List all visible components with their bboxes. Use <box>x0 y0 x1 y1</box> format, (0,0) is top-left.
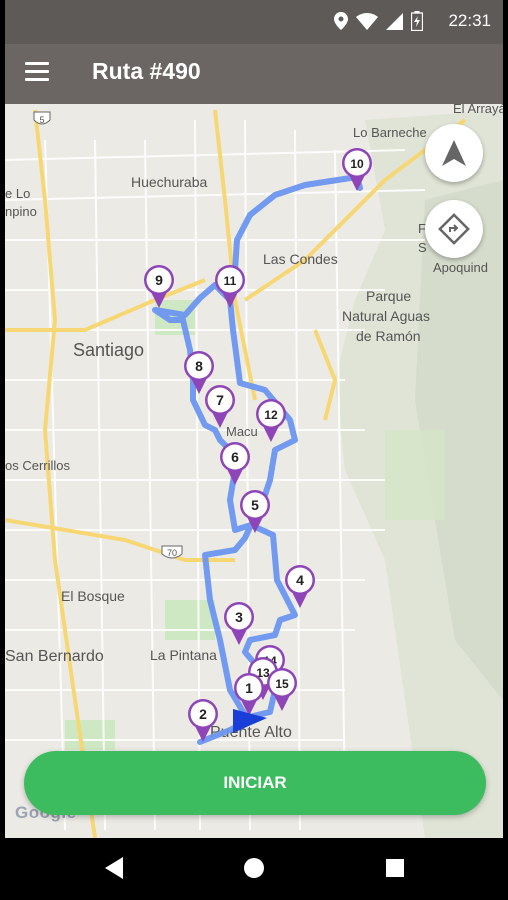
stop-pin-label: 12 <box>264 408 278 422</box>
stop-pin-label: 11 <box>224 274 237 288</box>
map-label-santiago: Santiago <box>73 340 144 360</box>
stop-pin-label: 7 <box>216 392 224 408</box>
stop-pin-label: 2 <box>199 706 207 722</box>
map-label-pino: npino <box>5 204 37 219</box>
stop-pin-label: 5 <box>251 497 259 513</box>
map-label-san-bernardo: San Bernardo <box>5 648 104 665</box>
start-button[interactable]: INICIAR <box>24 751 486 815</box>
stop-pin-label: 15 <box>275 677 289 691</box>
map-label-el-arrayan: El Arrayá <box>453 104 503 116</box>
stop-pin-label: 3 <box>235 609 243 625</box>
wifi-icon <box>356 12 378 30</box>
location-icon <box>334 12 348 30</box>
map-label-parque-3: de Ramón <box>356 328 421 344</box>
map-label-fa-2: S <box>418 240 427 255</box>
directions-icon <box>438 213 470 245</box>
map-label-cerrillos: os Cerrillos <box>5 458 71 473</box>
stop-pin-label: 8 <box>195 358 203 374</box>
map-label-las-condes: Las Condes <box>263 251 338 267</box>
map-label-lo: e Lo <box>5 186 30 201</box>
back-icon[interactable] <box>103 855 125 881</box>
recents-icon[interactable] <box>384 855 406 881</box>
map-label-macul: Macu <box>226 424 258 439</box>
menu-icon[interactable] <box>25 62 49 82</box>
map-label-parque-2: Natural Aguas <box>342 308 430 324</box>
app-bar: Ruta #490 <box>5 44 503 104</box>
system-nav-bar <box>0 838 508 900</box>
directions-button[interactable] <box>425 200 483 258</box>
highway-70-label: 70 <box>167 548 177 558</box>
app-screen: 22:31 Ruta #490 5 70 El Arrayá Lo Barnec… <box>5 0 503 838</box>
map-label-la-pintana: La Pintana <box>150 647 217 663</box>
highway-5-label: 5 <box>39 115 44 125</box>
status-bar: 22:31 <box>5 0 503 44</box>
navigate-button[interactable] <box>425 124 483 182</box>
navigation-arrow-icon <box>442 140 466 166</box>
status-icons <box>334 11 423 31</box>
signal-icon <box>386 12 403 30</box>
stop-pin-label: 4 <box>296 572 304 588</box>
map-label-huechuraba: Huechuraba <box>131 174 207 190</box>
status-time: 22:31 <box>448 11 491 30</box>
map-label-parque-1: Parque <box>366 288 411 304</box>
map-label-fa-3: Apoquind <box>433 260 488 275</box>
stop-pin-label: 1 <box>245 680 253 696</box>
stop-pin-label: 10 <box>350 157 364 171</box>
map-label-lo-barnechea: Lo Barneche <box>353 125 427 140</box>
stop-pin-label: 6 <box>231 449 239 465</box>
page-title: Ruta #490 <box>92 58 201 84</box>
battery-icon <box>411 11 423 31</box>
stop-pin-label: 9 <box>155 272 163 288</box>
home-icon[interactable] <box>242 855 266 881</box>
map-label-el-bosque: El Bosque <box>61 588 125 604</box>
